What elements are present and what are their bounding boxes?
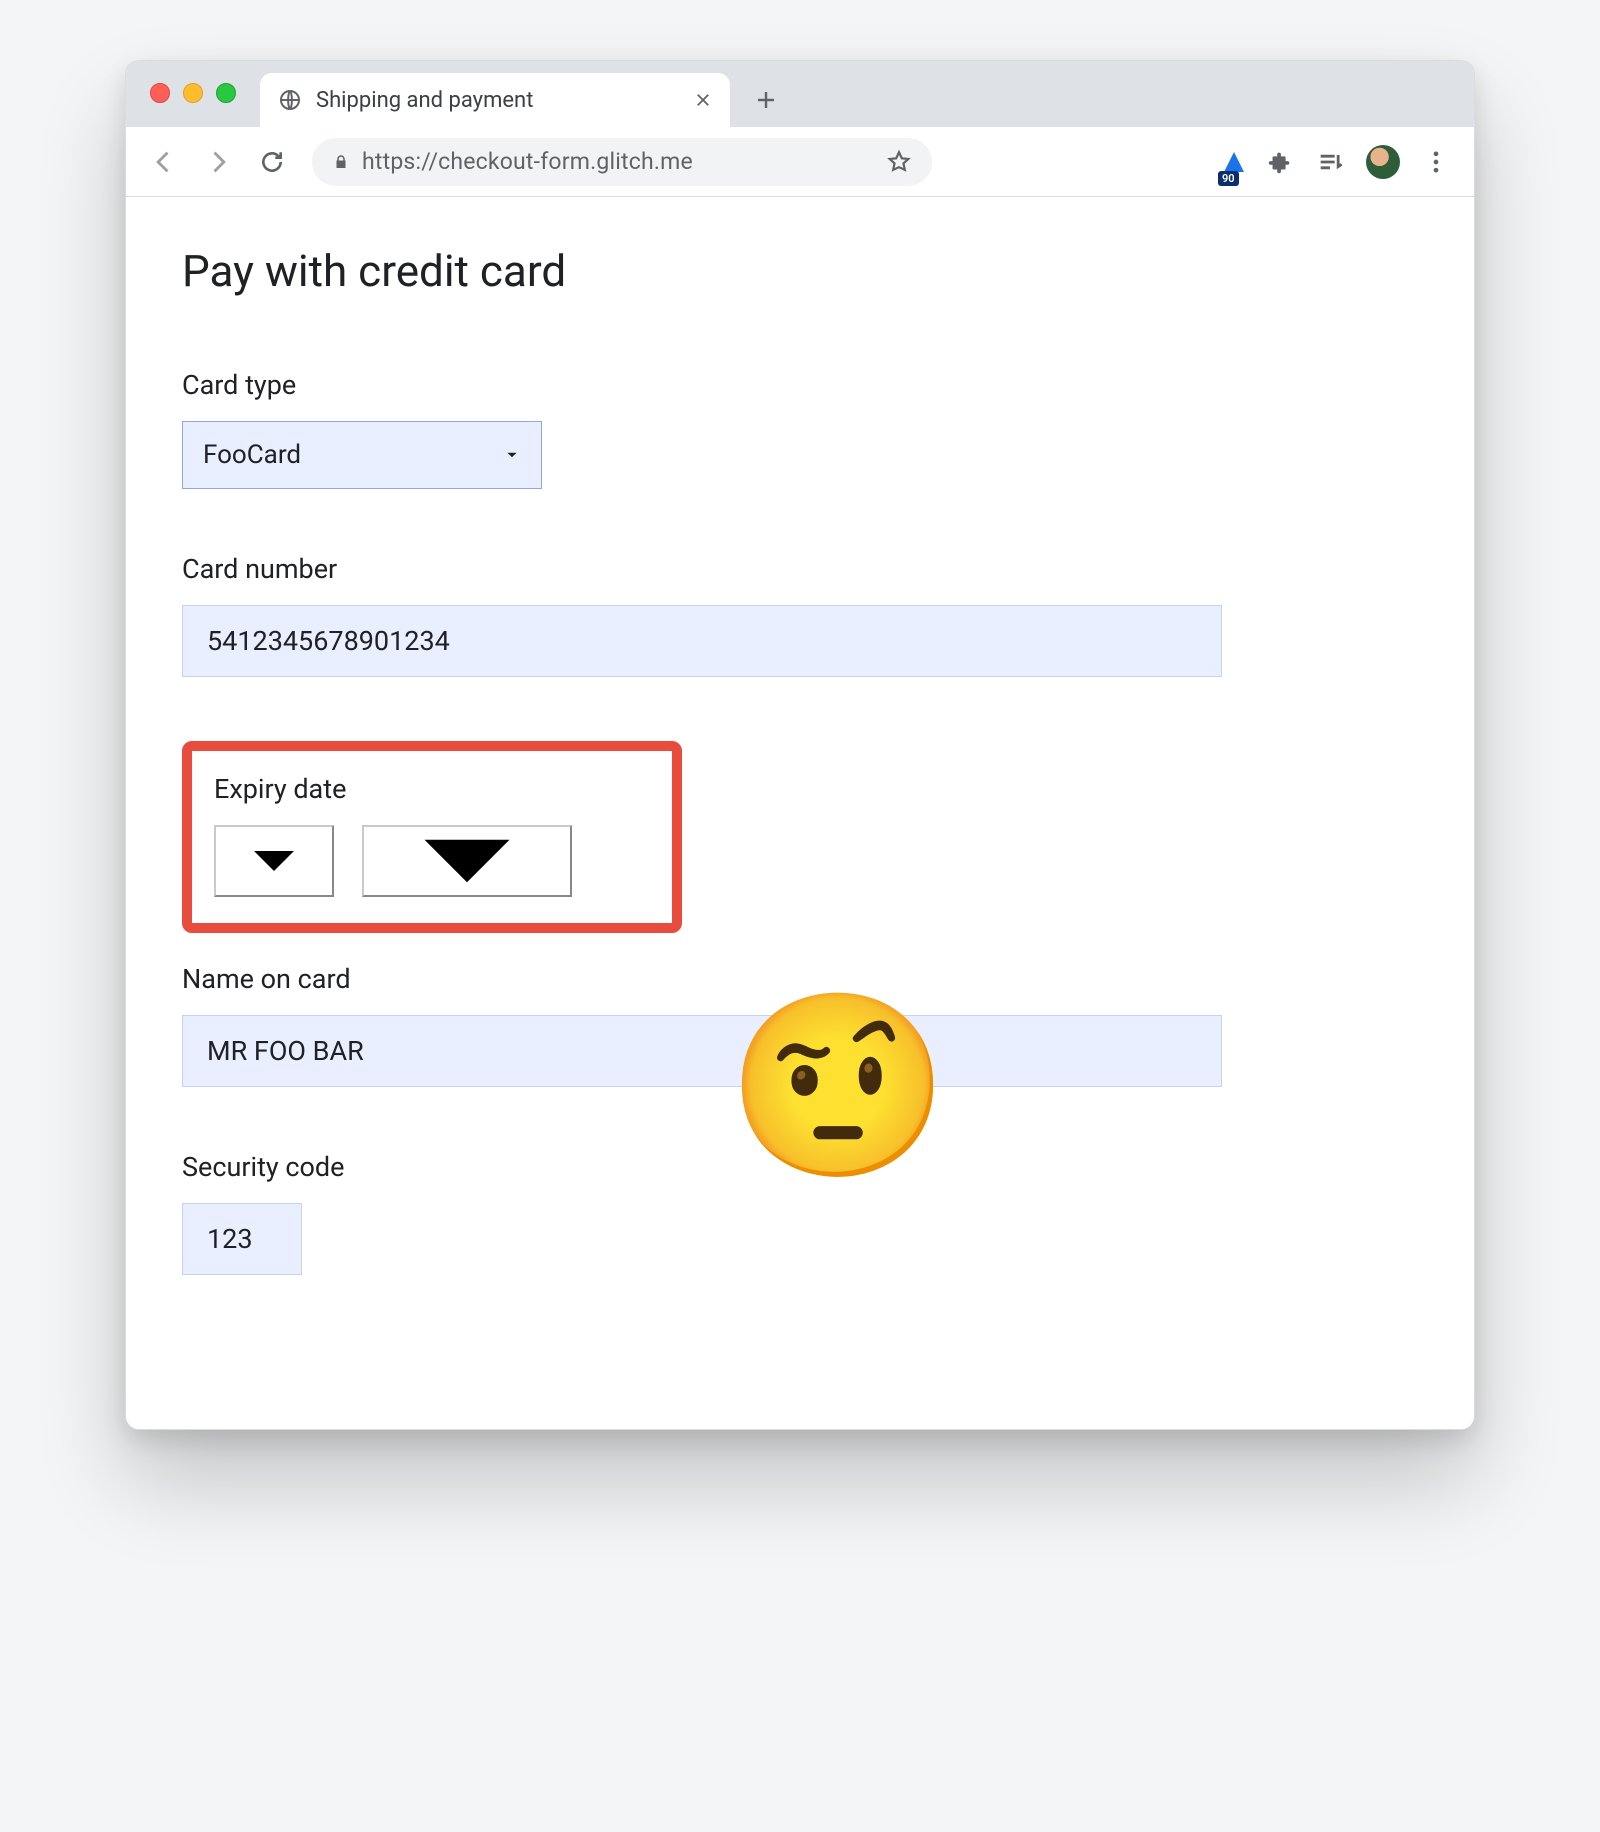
card-type-label: Card type (182, 369, 1418, 401)
close-tab-icon[interactable] (694, 91, 712, 109)
page-title: Pay with credit card (182, 245, 1418, 297)
lock-icon (332, 153, 350, 171)
close-window-button[interactable] (150, 83, 170, 103)
browser-window: Shipping and payment https://checkout-fo… (125, 60, 1475, 1430)
name-input[interactable]: MR FOO BAR (182, 1015, 1222, 1087)
page-content: Pay with credit card Card type FooCard C… (126, 197, 1474, 1429)
name-value: MR FOO BAR (207, 1035, 364, 1067)
extensions-icon[interactable] (1266, 148, 1294, 176)
card-type-value: FooCard (203, 440, 301, 470)
raised-eyebrow-emoji: 🤨 (726, 997, 950, 1177)
maximize-window-button[interactable] (216, 83, 236, 103)
card-number-label: Card number (182, 553, 1418, 585)
card-type-select[interactable]: FooCard (182, 421, 542, 489)
card-number-input[interactable]: 5412345678901234 (182, 605, 1222, 677)
expiry-highlight-box: Expiry date (182, 741, 682, 933)
tab-title: Shipping and payment (316, 88, 672, 113)
card-number-field: Card number 5412345678901234 (182, 553, 1418, 677)
chevron-down-icon (503, 446, 521, 464)
expiry-selects (214, 825, 650, 897)
window-controls (150, 83, 236, 103)
minimize-window-button[interactable] (183, 83, 203, 103)
chevron-down-icon (234, 821, 314, 901)
card-type-field: Card type FooCard (182, 369, 1418, 489)
lighthouse-score-badge: 90 (1218, 171, 1239, 186)
security-code-input[interactable]: 123 (182, 1203, 302, 1275)
toolbar-actions: 90 (1224, 145, 1456, 179)
expiry-month-select[interactable] (214, 825, 334, 897)
globe-icon (278, 88, 302, 112)
reload-button[interactable] (252, 142, 292, 182)
expiry-year-select[interactable] (362, 825, 572, 897)
reading-list-icon[interactable] (1316, 148, 1344, 176)
tab-strip: Shipping and payment (126, 61, 1474, 127)
url-text: https://checkout-form.glitch.me (362, 148, 874, 175)
menu-dots-icon[interactable] (1422, 148, 1450, 176)
security-code-value: 123 (207, 1223, 253, 1255)
chevron-down-icon (382, 776, 552, 946)
address-bar[interactable]: https://checkout-form.glitch.me (312, 138, 932, 186)
lighthouse-extension-icon[interactable]: 90 (1224, 152, 1244, 172)
profile-avatar[interactable] (1366, 145, 1400, 179)
browser-toolbar: https://checkout-form.glitch.me 90 (126, 127, 1474, 197)
forward-button[interactable] (198, 142, 238, 182)
new-tab-button[interactable] (744, 78, 788, 122)
back-button[interactable] (144, 142, 184, 182)
bookmark-star-icon[interactable] (886, 149, 912, 175)
browser-tab[interactable]: Shipping and payment (260, 73, 730, 127)
card-number-value: 5412345678901234 (207, 625, 450, 657)
